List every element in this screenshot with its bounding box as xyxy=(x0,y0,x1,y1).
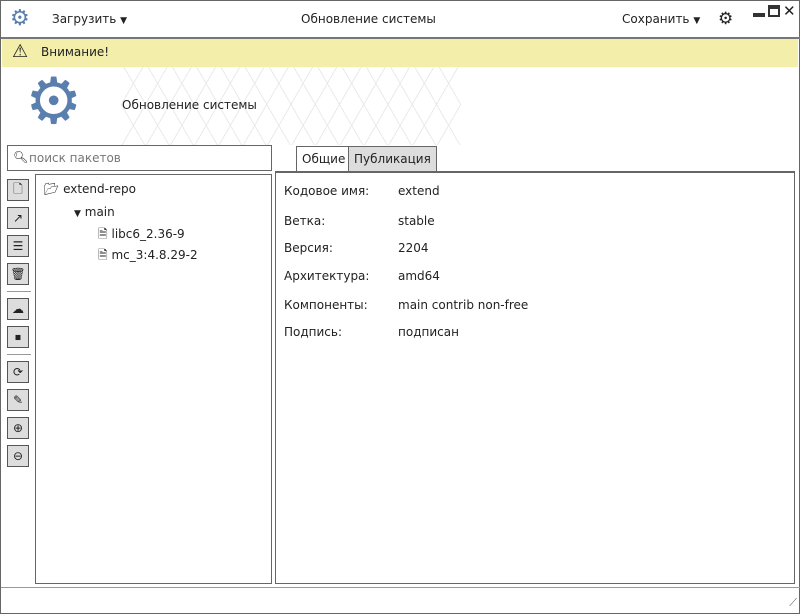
window-title: Обновление системы xyxy=(301,12,436,26)
tab-publication[interactable]: Публикация xyxy=(348,146,437,171)
warning-text: Внимание! xyxy=(41,45,110,59)
repo-label: extend-repo xyxy=(63,182,136,196)
divider xyxy=(7,354,31,355)
file-text-icon: 🗎 xyxy=(98,248,108,262)
pencil-icon: ✎ xyxy=(12,393,24,407)
tree-item-repo[interactable]: 📂︎ extend-repo xyxy=(44,182,136,196)
search-input[interactable]: 🔍︎ поиск пакетов xyxy=(7,145,272,171)
stop-icon: ⏹ xyxy=(14,329,21,344)
resize-grip-icon[interactable]: ⟋ xyxy=(789,596,797,610)
tree-item-file[interactable]: 🗎 libc6_2.36-9 xyxy=(98,225,185,246)
title-bar: ⚙ Загрузить ▼ Обновление системы Сохрани… xyxy=(1,1,800,39)
chevron-down-icon: ▼ xyxy=(120,16,128,26)
refresh-button[interactable]: ⟳ xyxy=(7,361,29,383)
external-link-icon: ↗ xyxy=(12,211,24,225)
app-window: ⚙ Загрузить ▼ Обновление системы Сохрани… xyxy=(0,0,800,614)
header-title: Обновление системы xyxy=(122,98,257,112)
status-bar: ⟋ xyxy=(1,587,800,613)
branch-label: main xyxy=(84,205,115,219)
prop-value: подписан xyxy=(398,325,459,339)
tree-item-branch[interactable]: ▼ main xyxy=(74,205,115,219)
file-icon: 🗋 xyxy=(13,181,23,196)
warning-icon: ⚠ xyxy=(12,41,29,62)
minimize-button[interactable] xyxy=(753,13,765,17)
remove-button[interactable]: ⊖ xyxy=(7,445,29,467)
properties-panel: Кодовое имя: extend Ветка: stable Версия: 220… xyxy=(275,171,795,584)
tree-item-file[interactable]: 🗎 mc_3:4.8.29-2 xyxy=(98,246,198,267)
save-menu[interactable]: Сохранить ▼ xyxy=(622,12,700,26)
download-button[interactable]: ☁ xyxy=(7,298,29,320)
open-external-button[interactable]: ↗ xyxy=(7,207,29,229)
file-text-icon: 🗎 xyxy=(98,227,108,241)
new-file-button[interactable]: 🗋 xyxy=(7,179,29,201)
prop-label: Ветка: xyxy=(284,214,326,228)
edit-button[interactable]: ✎ xyxy=(7,389,29,411)
chevron-down-icon: ▼ xyxy=(693,16,701,26)
minus-icon: ⊖ xyxy=(12,449,24,463)
trash-icon: 🗑 xyxy=(10,267,26,281)
settings-sliders-button[interactable]: ☰ xyxy=(7,235,29,257)
prop-label: Кодовое имя: xyxy=(284,184,370,198)
prop-label: Подпись: xyxy=(284,325,343,339)
save-menu-label: Сохранить xyxy=(622,12,690,26)
prop-label: Компоненты: xyxy=(284,298,368,312)
file-label: mc_3:4.8.29-2 xyxy=(111,248,198,262)
app-gears-icon: ⚙ xyxy=(10,6,30,31)
prop-label: Версия: xyxy=(284,241,333,255)
prop-value: 2204 xyxy=(398,241,429,255)
plus-icon: ⊕ xyxy=(12,421,24,435)
load-menu-label: Загрузить xyxy=(52,12,117,26)
caret-down-icon: ▼ xyxy=(74,209,81,219)
side-toolbar: 🗋 ↗ ☰ 🗑 ☁ ⏹ ⟳ ✎ ⊕ ⊖ xyxy=(7,179,31,473)
add-button[interactable]: ⊕ xyxy=(7,417,29,439)
prop-value: main contrib non-free xyxy=(398,298,529,312)
divider xyxy=(7,291,31,292)
folder-open-icon: 📂︎ xyxy=(44,182,60,196)
prop-label: Архитектура: xyxy=(284,269,370,283)
delete-button[interactable]: 🗑 xyxy=(7,263,29,285)
settings-gear-icon[interactable]: ⚙ xyxy=(718,9,733,29)
prop-value: stable xyxy=(398,214,435,228)
load-menu[interactable]: Загрузить ▼ xyxy=(52,12,127,26)
tab-general[interactable]: Общие xyxy=(296,146,352,171)
warning-banner: ⚠ Внимание! xyxy=(2,39,798,67)
stop-button[interactable]: ⏹ xyxy=(7,326,29,348)
package-tree: 📂︎ extend-repo ▼ main 🗎 libc6_2.36-9 🗎 m… xyxy=(35,174,272,584)
maximize-button[interactable] xyxy=(768,5,780,17)
prop-value: amd64 xyxy=(398,269,440,283)
cloud-download-icon: ☁ xyxy=(12,302,24,316)
header-gears-icon: ⚙ xyxy=(25,65,83,139)
refresh-icon: ⟳ xyxy=(12,365,24,379)
search-placeholder: поиск пакетов xyxy=(29,151,121,165)
search-icon: 🔍︎ xyxy=(13,150,29,164)
close-button[interactable]: ✕ xyxy=(783,2,796,20)
file-label: libc6_2.36-9 xyxy=(111,227,185,241)
prop-value: extend xyxy=(398,184,440,198)
sliders-icon: ☰ xyxy=(12,239,24,253)
